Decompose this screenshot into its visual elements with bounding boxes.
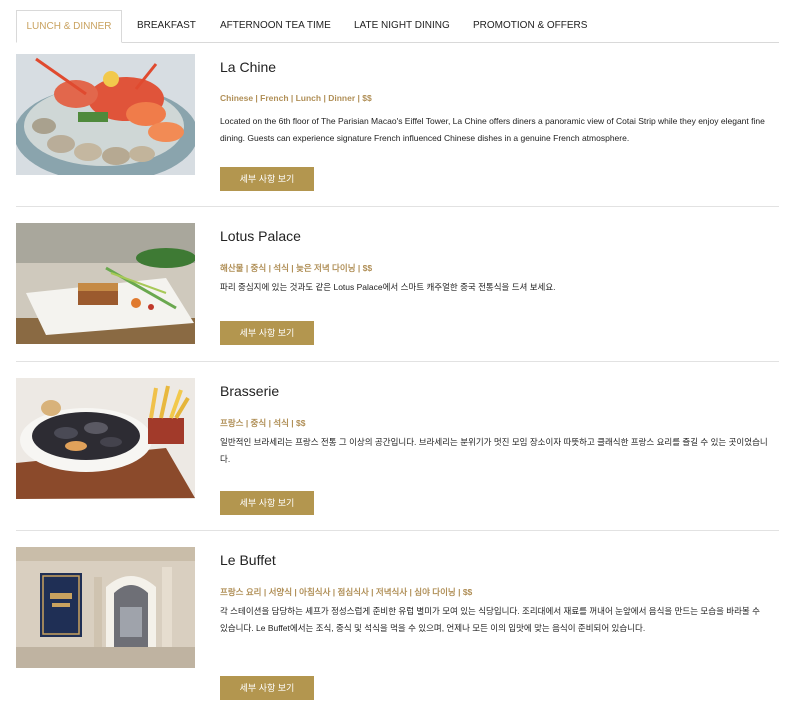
restaurant-tags: 해산물 | 중식 | 석식 | 늦은 저녁 다이닝 | $$ (220, 263, 373, 273)
view-details-button[interactable]: 세부 사항 보기 (220, 676, 314, 700)
restaurant-entrance-photo[interactable] (16, 547, 195, 668)
tab-promotion-offers[interactable]: PROMOTION & OFFERS (473, 10, 587, 41)
list-item: Le Buffet 프랑스 요리 | 서양식 | 아침식사 | 점심식사 | 저… (16, 530, 779, 709)
restaurant-description: 파리 중심지에 있는 것과도 같은 Lotus Palace에서 스마트 캐주얼… (220, 282, 556, 292)
plated-dish-photo[interactable] (16, 223, 195, 344)
restaurant-tags: 프랑스 | 중식 | 석식 | $$ (220, 418, 306, 428)
list-item: La Chine Chinese | French | Lunch | Dinn… (16, 42, 779, 207)
restaurant-name[interactable]: La Chine (220, 59, 276, 75)
tab-lunch-dinner[interactable]: LUNCH & DINNER (16, 10, 122, 43)
tab-breakfast[interactable]: BREAKFAST (137, 10, 196, 41)
restaurant-description: 일반적인 브라세리는 프랑스 전통 그 이상의 공간입니다. 브라세리는 분위기… (220, 437, 768, 464)
tab-afternoon-tea[interactable]: AFTERNOON TEA TIME (220, 10, 331, 41)
restaurant-description: Located on the 6th floor of The Parisian… (220, 116, 765, 143)
mussels-fries-photo[interactable] (16, 378, 195, 499)
restaurant-name[interactable]: Brasserie (220, 383, 279, 399)
restaurant-name[interactable]: Le Buffet (220, 552, 276, 568)
list-item: Lotus Palace 해산물 | 중식 | 석식 | 늦은 저녁 다이닝 |… (16, 206, 779, 362)
view-details-button[interactable]: 세부 사항 보기 (220, 491, 314, 515)
seafood-platter-photo[interactable] (16, 54, 195, 175)
view-details-button[interactable]: 세부 사항 보기 (220, 321, 314, 345)
tab-late-night-dining[interactable]: LATE NIGHT DINING (354, 10, 450, 41)
restaurant-tags: Chinese | French | Lunch | Dinner | $$ (220, 93, 372, 103)
list-item: Brasserie 프랑스 | 중식 | 석식 | $$ 일반적인 브라세리는 … (16, 361, 779, 531)
restaurant-description: 각 스테이션을 담당하는 셰프가 정성스럽게 준비한 유럽 별미가 모여 있는 … (220, 606, 760, 633)
view-details-button[interactable]: 세부 사항 보기 (220, 167, 314, 191)
restaurant-name[interactable]: Lotus Palace (220, 228, 301, 244)
restaurant-tags: 프랑스 요리 | 서양식 | 아침식사 | 점심식사 | 저녁식사 | 심야 다… (220, 587, 473, 597)
tab-bar: LUNCH & DINNER BREAKFAST AFTERNOON TEA T… (16, 10, 779, 43)
